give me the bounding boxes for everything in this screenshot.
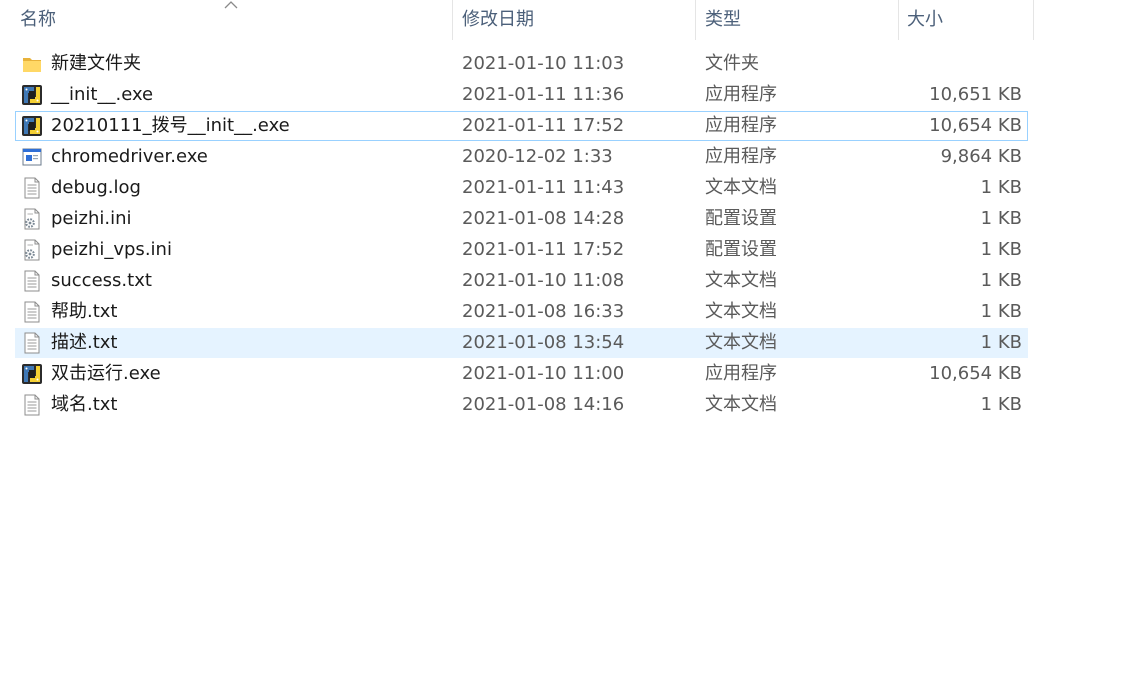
text-file-icon [21,177,43,199]
file-name: peizhi_vps.ini [51,239,172,260]
file-row[interactable]: 双击运行.exe 2021-01-10 11:00 应用程序 10,654 KB [15,359,1028,389]
column-header-size-label: 大小 [907,9,943,30]
file-modified-date: 2021-01-08 14:28 [462,208,625,229]
file-name: 双击运行.exe [51,363,161,384]
file-row[interactable]: 描述.txt 2021-01-08 13:54 文本文档 1 KB [15,328,1028,358]
column-header-type[interactable]: 类型 [685,0,899,40]
file-type: 应用程序 [705,84,777,105]
file-name: 新建文件夹 [51,53,141,74]
file-size: 1 KB [980,270,1022,291]
file-modified-date: 2021-01-10 11:08 [462,270,625,291]
column-header-name[interactable]: 名称 [0,0,453,40]
file-type: 文本文档 [705,301,777,322]
column-header-date-label: 修改日期 [462,9,534,30]
column-header-name-label: 名称 [20,9,56,30]
file-modified-date: 2021-01-10 11:00 [462,363,625,384]
file-modified-date: 2021-01-08 14:16 [462,394,625,415]
file-size: 1 KB [980,301,1022,322]
column-header-size[interactable]: 大小 [887,0,1034,40]
file-modified-date: 2021-01-10 11:03 [462,53,625,74]
config-file-icon [21,208,43,230]
file-row[interactable]: peizhi.ini 2021-01-08 14:28 配置设置 1 KB [15,204,1028,234]
file-size: 10,651 KB [929,84,1022,105]
sort-ascending-icon [224,1,238,9]
file-type: 文件夹 [705,53,759,74]
file-row[interactable]: peizhi_vps.ini 2021-01-11 17:52 配置设置 1 KB [15,235,1028,265]
text-file-icon [21,301,43,323]
file-size: 1 KB [980,208,1022,229]
file-name: peizhi.ini [51,208,132,229]
file-name: 帮助.txt [51,301,118,322]
python-exe-icon [21,115,43,137]
file-name: debug.log [51,177,141,198]
file-size: 1 KB [980,177,1022,198]
file-row[interactable]: 20210111_拨号__init__.exe 2021-01-11 17:52 应… [15,111,1028,141]
file-modified-date: 2021-01-11 17:52 [462,115,625,136]
file-type: 应用程序 [705,115,777,136]
file-modified-date: 2021-01-11 11:36 [462,84,625,105]
text-file-icon [21,270,43,292]
file-row[interactable]: __init__.exe 2021-01-11 11:36 应用程序 10,651 K… [15,80,1028,110]
file-row[interactable]: 新建文件夹 2021-01-10 11:03 文件夹 [15,49,1028,79]
file-size: 1 KB [980,394,1022,415]
file-type: 应用程序 [705,146,777,167]
python-exe-icon [21,363,43,385]
file-type: 配置设置 [705,208,777,229]
file-type: 文本文档 [705,332,777,353]
file-modified-date: 2021-01-11 11:43 [462,177,625,198]
file-name: 20210111_拨号__init__.exe [51,115,290,136]
folder-icon [21,53,43,75]
file-name: __init__.exe [51,84,154,105]
file-size: 9,864 KB [940,146,1022,167]
text-file-icon [21,394,43,416]
file-size: 10,654 KB [929,363,1022,384]
file-type: 应用程序 [705,363,777,384]
file-type: 文本文档 [705,177,777,198]
file-name: 描述.txt [51,332,118,353]
file-size: 1 KB [980,332,1022,353]
file-type: 配置设置 [705,239,777,260]
file-type: 文本文档 [705,394,777,415]
python-exe-icon [21,84,43,106]
file-row[interactable]: 域名.txt 2021-01-08 14:16 文本文档 1 KB [15,390,1028,420]
config-file-icon [21,239,43,261]
file-name: chromedriver.exe [51,146,208,167]
file-type: 文本文档 [705,270,777,291]
file-row[interactable]: debug.log 2021-01-11 11:43 文本文档 1 KB [15,173,1028,203]
text-file-icon [21,332,43,354]
file-row[interactable]: chromedriver.exe 2020-12-02 1:33 应用程序 9,864… [15,142,1028,172]
column-header-type-label: 类型 [705,9,741,30]
file-modified-date: 2021-01-08 13:54 [462,332,625,353]
file-name: success.txt [51,270,152,291]
file-size: 10,654 KB [929,115,1022,136]
file-modified-date: 2021-01-08 16:33 [462,301,625,322]
file-modified-date: 2020-12-02 1:33 [462,146,613,167]
column-header-date[interactable]: 修改日期 [442,0,696,40]
app-window-icon [21,146,43,168]
column-header: 名称 修改日期 类型 大小 [0,0,1034,40]
file-name: 域名.txt [51,394,118,415]
column-separator[interactable] [1033,0,1034,40]
file-size: 1 KB [980,239,1022,260]
file-row[interactable]: 帮助.txt 2021-01-08 16:33 文本文档 1 KB [15,297,1028,327]
file-row[interactable]: success.txt 2021-01-10 11:08 文本文档 1 KB [15,266,1028,296]
file-modified-date: 2021-01-11 17:52 [462,239,625,260]
